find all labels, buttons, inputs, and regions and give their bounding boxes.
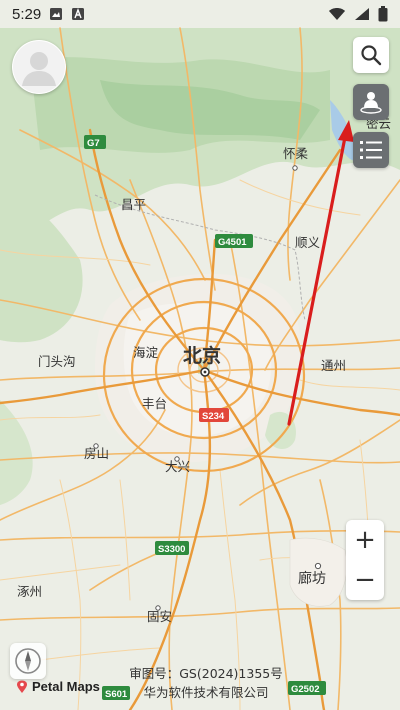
image-notification-icon — [50, 8, 63, 20]
menu-button[interactable] — [353, 132, 389, 168]
map-label-zhuozhou: 涿州 — [17, 584, 42, 599]
logo-text: Petal Maps — [32, 679, 100, 694]
battery-icon — [378, 6, 388, 22]
map-label-huairou: 怀柔 — [283, 146, 309, 161]
petal-maps-logo: Petal Maps — [16, 679, 100, 694]
location-pin-icon — [17, 680, 27, 693]
svg-text:G7: G7 — [87, 138, 100, 149]
zoom-in-button[interactable]: + — [346, 520, 384, 560]
road-shield-g7: G7 — [84, 135, 106, 149]
map-label-shunyi: 顺义 — [295, 235, 321, 250]
avatar[interactable] — [12, 40, 66, 94]
status-bar: 5:29 — [0, 0, 400, 28]
road-shield-s3300: S3300 — [155, 541, 189, 555]
search-button[interactable] — [353, 37, 389, 73]
svg-text:S234: S234 — [202, 411, 225, 422]
list-icon — [360, 141, 382, 159]
map-view-button[interactable] — [353, 84, 389, 120]
signal-icon — [355, 8, 369, 20]
approval-line1: 审图号：GS(2024)1355号 — [129, 666, 283, 681]
map-label-haidian: 海淀 — [133, 345, 159, 360]
map-label-changping: 昌平 — [121, 197, 146, 212]
map-label-tongzhou: 通州 — [321, 358, 346, 373]
map-canvas[interactable]: 北京 海淀 丰台 大兴 房山 门头沟 昌平 怀柔 顺义 通州 廊坊 涿州 固安 … — [0, 0, 400, 710]
map-label-beijing: 北京 — [183, 344, 221, 367]
approval-line2: 华为软件技术有限公司 — [143, 685, 269, 700]
compass-button[interactable] — [10, 643, 46, 679]
zoom-out-button[interactable]: − — [346, 560, 384, 600]
app-notification-icon — [72, 8, 85, 20]
map-label-langfang: 廊坊 — [298, 570, 326, 587]
svg-text:S601: S601 — [105, 689, 128, 700]
map-label-fengtai: 丰台 — [142, 396, 167, 411]
zoom-controls: + − — [346, 520, 384, 600]
road-shield-s234: S234 — [199, 408, 229, 422]
road-shield-g2502: G2502 — [288, 681, 326, 695]
svg-text:G4501: G4501 — [218, 237, 247, 248]
compass-icon — [15, 648, 41, 674]
svg-text:S3300: S3300 — [158, 544, 185, 555]
svg-text:G2502: G2502 — [291, 684, 320, 695]
user-avatar-icon — [13, 41, 65, 93]
map-approval-text: 审图号：GS(2024)1355号 华为软件技术有限公司 — [126, 664, 286, 702]
map-label-guan: 固安 — [147, 609, 172, 624]
search-icon — [361, 45, 382, 66]
map-label-mentougou: 门头沟 — [38, 354, 76, 369]
wifi-icon — [329, 8, 345, 20]
person-icon — [360, 92, 382, 114]
status-time: 5:29 — [12, 5, 42, 23]
road-shield-g4501: G4501 — [215, 234, 253, 248]
